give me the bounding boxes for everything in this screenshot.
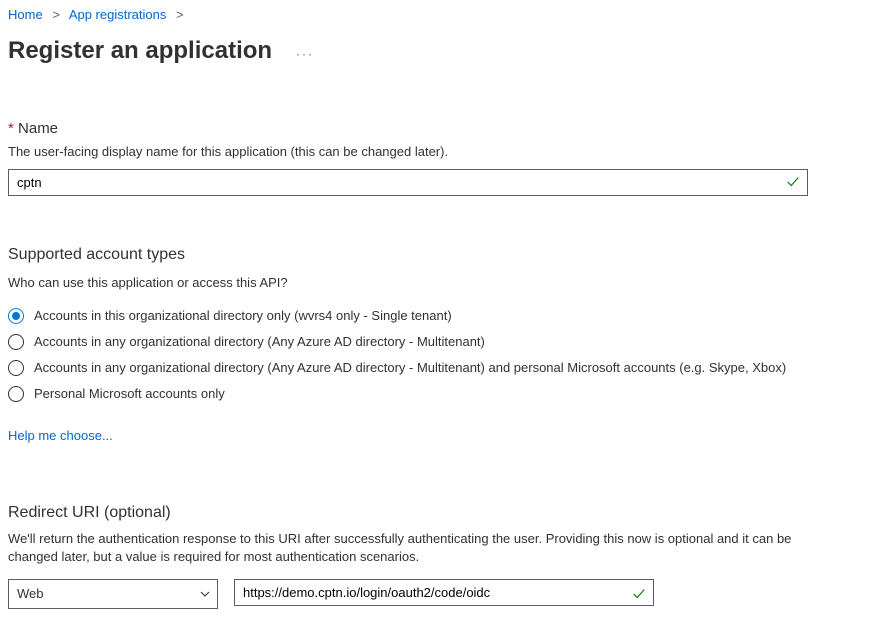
required-indicator: * — [8, 120, 14, 137]
name-description: The user-facing display name for this ap… — [8, 143, 875, 161]
radio-icon — [8, 334, 24, 350]
radio-label: Accounts in any organizational directory… — [34, 359, 786, 377]
redirect-uri-input[interactable] — [234, 579, 654, 606]
page-title: Register an application — [8, 34, 272, 68]
platform-selected: Web — [17, 586, 44, 601]
breadcrumb-app-registrations[interactable]: App registrations — [69, 7, 167, 22]
radio-label: Accounts in this organizational director… — [34, 307, 452, 325]
account-type-option-multitenant-personal[interactable]: Accounts in any organizational directory… — [8, 359, 875, 377]
radio-icon — [8, 360, 24, 376]
redirect-description: We'll return the authentication response… — [8, 530, 808, 566]
more-actions-icon[interactable]: ··· — [296, 46, 314, 63]
breadcrumb-home[interactable]: Home — [8, 7, 43, 22]
account-type-option-single-tenant[interactable]: Accounts in this organizational director… — [8, 307, 875, 325]
breadcrumb-sep: > — [52, 7, 60, 22]
checkmark-icon — [632, 587, 646, 601]
chevron-down-icon — [199, 588, 211, 600]
radio-icon — [8, 386, 24, 402]
radio-icon — [8, 308, 24, 324]
name-input[interactable] — [8, 169, 808, 196]
account-type-option-multitenant[interactable]: Accounts in any organizational directory… — [8, 333, 875, 351]
breadcrumb: Home > App registrations > — [8, 6, 875, 28]
breadcrumb-sep: > — [176, 7, 184, 22]
supported-sub: Who can use this application or access t… — [8, 274, 875, 292]
radio-label: Accounts in any organizational directory… — [34, 333, 485, 351]
radio-label: Personal Microsoft accounts only — [34, 385, 225, 403]
redirect-title: Redirect URI (optional) — [8, 502, 875, 524]
platform-dropdown[interactable]: Web — [8, 579, 218, 609]
help-me-choose-link[interactable]: Help me choose... — [8, 427, 113, 445]
supported-title: Supported account types — [8, 244, 875, 266]
name-label-text: Name — [18, 120, 58, 137]
name-label: * Name — [8, 118, 875, 139]
checkmark-icon — [786, 175, 800, 189]
account-type-option-personal[interactable]: Personal Microsoft accounts only — [8, 385, 875, 403]
